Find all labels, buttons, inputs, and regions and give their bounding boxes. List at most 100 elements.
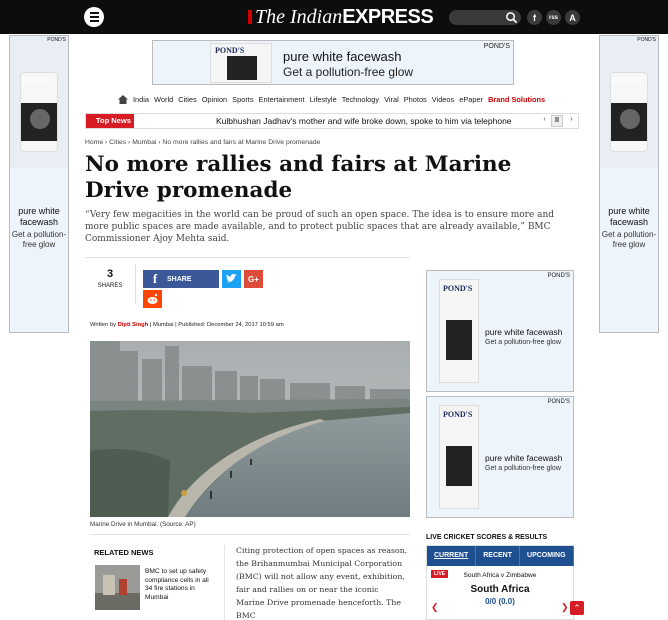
chevron-right-icon[interactable]: › [567,115,576,127]
search-icon[interactable] [505,11,518,24]
nav-item-epaper[interactable]: ePaper [459,95,483,104]
facebook-icon[interactable]: f [527,10,542,25]
top-news-ticker: Top News Kulbhushan Jadhav's mother and … [85,113,579,129]
site-logo[interactable]: The Indian EXPRESS [248,6,434,28]
reddit-share-button[interactable] [143,290,162,308]
tab-recent[interactable]: RECENT [476,546,521,566]
main-nav: India World Cities Opinion Sports Entert… [118,92,545,106]
twitter-icon [226,273,237,283]
marine-drive-image [90,341,410,517]
reddit-icon [147,293,158,304]
chevron-right-icon[interactable]: ❯ [561,602,569,612]
nav-item-cities[interactable]: Cities [178,95,196,104]
article-body: Citing protection of open spaces as reas… [236,546,408,620]
cricket-widget-title: LIVE CRICKET SCORES & RESULTS [426,534,548,541]
sidebar-ad-2[interactable]: POND'S pure white facewash Get a polluti… [426,396,574,518]
top-banner-ad[interactable]: POND'S pure white facewash Get a polluti… [152,40,514,85]
ad-line1: pure white facewash [18,206,60,227]
ad-line2: Get a pollution-free glow [283,65,414,79]
article-photo [90,341,410,517]
facewash-tube-image: POND'S [210,43,272,83]
ad-line2: Get a pollution-free glow [485,465,561,472]
nav-item-opinion[interactable]: Opinion [202,95,227,104]
right-side-ad[interactable]: POND'S POND'S pure white facewash Get a … [599,35,659,333]
top-news-label: Top News [86,114,134,128]
score: 0/0 (0.0) [485,597,515,606]
page: The Indian EXPRESS f rss A POND'S POND'S… [0,0,668,620]
ad-brand: POND'S [215,46,245,55]
nav-item-sports[interactable]: Sports [232,95,253,104]
byline-prefix: Written by [90,322,116,328]
cricket-tabs: CURRENT RECENT UPCOMING [427,546,574,566]
font-size-icon[interactable]: A [565,10,580,25]
left-side-ad[interactable]: POND'S POND'S pure white facewash Get a … [9,35,69,333]
divider [224,545,225,620]
twitter-share-button[interactable] [222,270,241,288]
chevron-left-icon[interactable]: ‹ [540,115,549,127]
ad-product-area: POND'S POND'S [600,36,658,168]
nav-item-entertainment[interactable]: Entertainment [259,95,305,104]
logo-express: EXPRESS [342,6,434,28]
facewash-tube-image: POND'S [439,279,479,383]
photo-caption: Marine Drive in Mumbai. (Source: AP) [90,521,196,528]
batting-team: South Africa [470,584,530,595]
pause-icon[interactable]: II [551,115,563,127]
nav-item-world[interactable]: World [154,95,173,104]
match-name[interactable]: South Africa v Zimbabwe [427,572,573,579]
ad-line2: Get a pollution-free glow [601,230,657,249]
ad-badge: POND'S [637,37,656,43]
sidebar-ad-1[interactable]: POND'S pure white facewash Get a polluti… [426,270,574,392]
google-plus-share-button[interactable]: G+ [244,270,263,288]
ad-brand: POND'S [443,410,473,419]
byline: Written by Dipti Singh | Mumbai | Publis… [90,322,284,328]
ad-line2: Get a pollution-free glow [11,230,67,249]
ad-line1: pure white facewash [283,49,402,64]
nav-item-brand-solutions[interactable]: Brand Solutions [488,95,545,104]
home-icon[interactable] [118,94,128,104]
logo-mark [248,10,252,24]
shares-count: 3 [106,268,114,280]
nav-item-india[interactable]: India [133,95,149,104]
divider [135,264,136,304]
facebook-icon: f [152,271,158,286]
ad-brand: POND'S [612,76,642,85]
nav-item-viral[interactable]: Viral [384,95,399,104]
ad-badge: POND'S [547,399,570,405]
scroll-to-top-button[interactable]: ⌃ [570,601,584,615]
ad-line1: pure white facewash [485,453,563,463]
ad-line2: Get a pollution-free glow [485,339,561,346]
ad-badge: POND'S [47,37,66,43]
related-news-thumbnail[interactable] [95,565,140,610]
nav-item-photos[interactable]: Photos [404,95,427,104]
cricket-widget: CURRENT RECENT UPCOMING LIVE South Afric… [426,545,574,620]
divider [90,534,410,535]
article-headline: No more rallies and fairs at Marine Driv… [85,152,512,203]
chevron-left-icon[interactable]: ❮ [431,602,439,612]
nav-item-technology[interactable]: Technology [342,95,379,104]
byline-meta: | Mumbai | Published: December 24, 2017 … [148,322,284,328]
nav-item-lifestyle[interactable]: Lifestyle [310,95,337,104]
ad-line1: pure white facewash [608,206,650,227]
top-news-headline[interactable]: Kulbhushan Jadhav's mother and wife brok… [216,114,512,128]
tab-current[interactable]: CURRENT [427,546,477,566]
ad-product-area: POND'S POND'S [10,36,68,168]
ad-line1: pure white facewash [485,327,563,337]
facewash-tube-image: POND'S [439,405,479,509]
nav-item-videos[interactable]: Videos [432,95,454,104]
ad-badge: POND'S [547,273,570,279]
logo-the: The Indian [255,6,343,28]
ad-brand: POND'S [22,76,52,85]
tab-upcoming[interactable]: UPCOMING [520,546,574,566]
rss-icon[interactable]: rss [546,10,561,25]
divider [85,257,410,258]
related-news-title: RELATED NEWS [94,548,154,557]
hamburger-icon[interactable] [84,7,104,27]
breadcrumb[interactable]: Home › Cities › Mumbai › No more rallies… [85,139,320,146]
related-news-item[interactable]: BMC to set up safety compliance cells in… [145,568,215,602]
ad-badge: POND'S [483,43,510,50]
author-link[interactable]: Dipti Singh [118,322,149,328]
share-label: SHARE [167,275,192,283]
facebook-share-button[interactable]: f SHARE [143,270,219,288]
ad-brand: POND'S [443,284,473,293]
shares-label: SHARES [97,283,123,289]
